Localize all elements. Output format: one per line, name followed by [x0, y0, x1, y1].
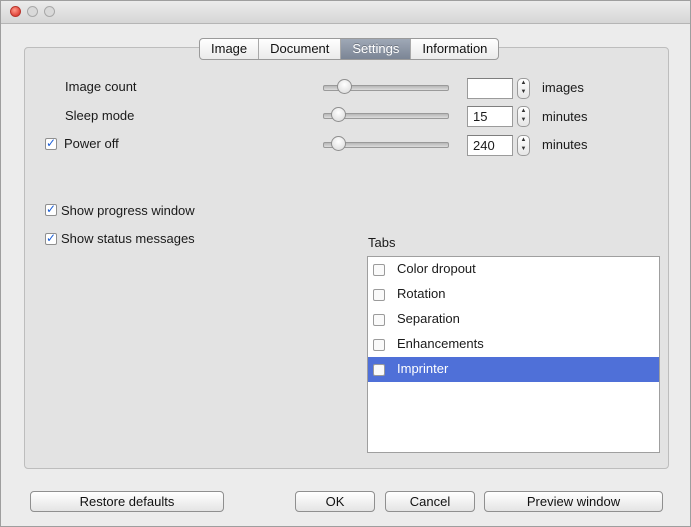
power-off-slider-knob[interactable] — [331, 136, 346, 151]
stepper-up-icon[interactable]: ▲ — [518, 136, 529, 145]
ok-button[interactable]: OK — [295, 491, 375, 512]
image-count-field[interactable] — [467, 78, 513, 99]
list-item-label: Enhancements — [397, 336, 484, 351]
show-status-messages-checkbox[interactable] — [45, 233, 57, 245]
list-item-checkbox[interactable] — [373, 264, 385, 276]
show-progress-window-checkbox[interactable] — [45, 204, 57, 216]
image-count-stepper[interactable]: ▲ ▼ — [517, 78, 530, 99]
stepper-up-icon[interactable]: ▲ — [518, 79, 529, 88]
list-item[interactable]: Color dropout — [368, 257, 659, 282]
list-item-label: Color dropout — [397, 261, 476, 276]
sleep-mode-unit: minutes — [542, 109, 588, 124]
list-item[interactable]: Rotation — [368, 282, 659, 307]
cancel-button[interactable]: Cancel — [385, 491, 475, 512]
list-item-checkbox[interactable] — [373, 364, 385, 376]
preview-window-button[interactable]: Preview window — [484, 491, 663, 512]
close-window-button[interactable] — [10, 6, 21, 17]
power-off-slider[interactable] — [323, 136, 449, 152]
tabs-listbox[interactable]: Color dropout Rotation Separation Enhanc… — [367, 256, 660, 453]
sleep-mode-stepper[interactable]: ▲ ▼ — [517, 106, 530, 127]
settings-window: Image Document Settings Information Imag… — [0, 0, 691, 527]
power-off-label: Power off — [64, 136, 119, 151]
image-count-unit: images — [542, 80, 584, 95]
power-off-unit: minutes — [542, 137, 588, 152]
power-off-checkbox[interactable] — [45, 138, 57, 150]
list-item[interactable]: Enhancements — [368, 332, 659, 357]
tab-bar: Image Document Settings Information — [199, 38, 500, 60]
list-item[interactable]: Separation — [368, 307, 659, 332]
power-off-field[interactable]: 240 — [467, 135, 513, 156]
title-bar — [1, 1, 690, 24]
list-item-label: Rotation — [397, 286, 446, 301]
list-item-checkbox[interactable] — [373, 289, 385, 301]
list-item-selected[interactable]: Imprinter — [368, 357, 659, 382]
restore-defaults-button[interactable]: Restore defaults — [30, 491, 224, 512]
list-item-checkbox[interactable] — [373, 314, 385, 326]
show-status-messages-label: Show status messages — [61, 231, 195, 246]
tab-document[interactable]: Document — [259, 39, 342, 59]
minimize-window-button[interactable] — [27, 6, 38, 17]
list-item-label: Separation — [397, 311, 460, 326]
image-count-label: Image count — [65, 79, 137, 94]
sleep-mode-field[interactable]: 15 — [467, 106, 513, 127]
tabs-list-title: Tabs — [368, 235, 396, 250]
tab-settings[interactable]: Settings — [341, 39, 412, 59]
stepper-up-icon[interactable]: ▲ — [518, 107, 529, 116]
list-item-checkbox[interactable] — [373, 339, 385, 351]
zoom-window-button[interactable] — [44, 6, 55, 17]
image-count-slider[interactable] — [323, 79, 449, 95]
tab-information[interactable]: Information — [411, 39, 498, 59]
power-off-stepper[interactable]: ▲ ▼ — [517, 135, 530, 156]
stepper-down-icon[interactable]: ▼ — [518, 88, 529, 97]
sleep-mode-slider-knob[interactable] — [331, 107, 346, 122]
list-item-label: Imprinter — [397, 361, 449, 376]
sleep-mode-slider[interactable] — [323, 107, 449, 123]
show-progress-window-label: Show progress window — [61, 203, 195, 218]
stepper-down-icon[interactable]: ▼ — [518, 145, 529, 154]
sleep-mode-label: Sleep mode — [65, 108, 135, 123]
tab-image[interactable]: Image — [200, 39, 260, 59]
stepper-down-icon[interactable]: ▼ — [518, 116, 529, 125]
image-count-slider-knob[interactable] — [337, 79, 352, 94]
